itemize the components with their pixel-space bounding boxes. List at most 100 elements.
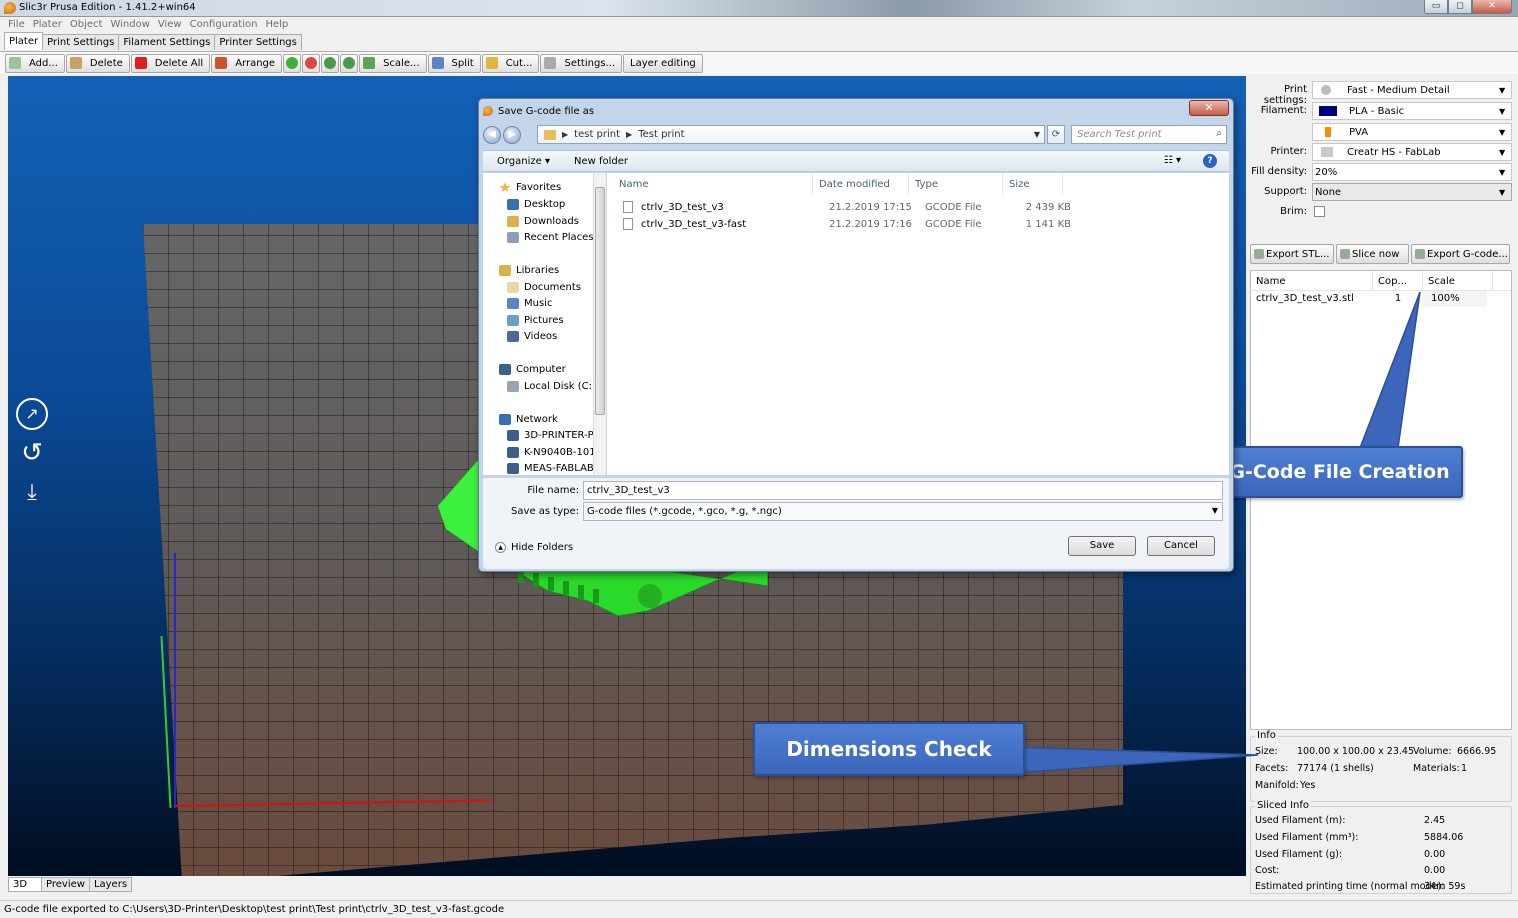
- increase-copies-button[interactable]: [283, 53, 302, 73]
- menu-view[interactable]: View: [154, 17, 186, 33]
- forward-button[interactable]: ▶: [503, 126, 521, 144]
- save-as-type-select[interactable]: G-code files (*.gcode, *.gco, *.g, *.ngc…: [583, 502, 1223, 521]
- tab-filament-settings[interactable]: Filament Settings: [118, 34, 216, 50]
- filament-select-1[interactable]: PLA - Basic ▼: [1312, 102, 1512, 120]
- zoom-icon[interactable]: ↗: [16, 398, 48, 430]
- chevron-down-icon[interactable]: ▼: [1034, 130, 1040, 139]
- minimize-button[interactable]: ▭: [1424, 0, 1448, 14]
- column-date-modified[interactable]: Date modified: [813, 173, 909, 195]
- tab-layers[interactable]: Layers: [88, 877, 133, 892]
- tab-print-settings[interactable]: Print Settings: [42, 34, 120, 50]
- address-bar[interactable]: ▶ test print ▶ Test print ▼: [537, 125, 1045, 144]
- print-settings-select[interactable]: Fast - Medium Detail ▼: [1312, 81, 1512, 99]
- rotate-right-button[interactable]: [340, 53, 359, 73]
- filename-input[interactable]: ctrlv_3D_test_v3: [583, 481, 1223, 500]
- back-button[interactable]: ◀: [483, 126, 501, 144]
- rotate-left-button[interactable]: [321, 53, 340, 73]
- scrollbar-thumb[interactable]: [595, 187, 605, 415]
- organize-button[interactable]: Organize ▾: [497, 156, 550, 167]
- nav-network-pc[interactable]: MEAS-FABLAB-P: [507, 463, 594, 474]
- tab-plater[interactable]: Plater: [4, 32, 44, 50]
- close-button[interactable]: ✕: [1472, 0, 1512, 14]
- sliced-label: Estimated printing time (normal mode):: [1255, 881, 1445, 892]
- arrange-button[interactable]: Arrange: [211, 53, 283, 73]
- export-gcode-button[interactable]: Export G-code...: [1411, 244, 1510, 264]
- column-type[interactable]: Type: [909, 173, 1003, 195]
- layer-editing-button[interactable]: Layer editing: [623, 53, 703, 73]
- tab-3d[interactable]: 3D: [8, 877, 42, 892]
- nav-network[interactable]: Network: [499, 414, 558, 425]
- help-icon[interactable]: ?: [1203, 154, 1217, 168]
- nav-network-pc[interactable]: 3D-PRINTER-PC: [507, 430, 594, 441]
- add-button[interactable]: Add...: [5, 53, 65, 73]
- export-stl-button[interactable]: Export STL...: [1250, 244, 1334, 264]
- navigation-pane[interactable]: Favorites Desktop Downloads Recent Place…: [483, 173, 595, 475]
- column-size[interactable]: Size: [1003, 173, 1063, 195]
- nav-music[interactable]: Music: [507, 298, 552, 309]
- settings-button[interactable]: Settings...: [540, 53, 623, 73]
- column-copies[interactable]: Cop...: [1373, 271, 1423, 290]
- hide-folders-button[interactable]: ▲ Hide Folders: [495, 542, 573, 553]
- column-name[interactable]: Name: [1251, 271, 1373, 290]
- save-as-type-label: Save as type:: [511, 506, 579, 517]
- nav-computer[interactable]: Computer: [499, 364, 566, 375]
- tab-preview[interactable]: Preview: [41, 877, 90, 892]
- split-button[interactable]: Split: [427, 53, 481, 73]
- delete-all-button[interactable]: Delete All: [130, 53, 211, 73]
- search-input[interactable]: Search Test print ⌕: [1071, 125, 1227, 144]
- nav-desktop[interactable]: Desktop: [507, 199, 565, 210]
- materials-value: 1: [1461, 763, 1468, 774]
- refresh-button[interactable]: ⟳: [1047, 125, 1065, 144]
- downloads-icon: [507, 216, 519, 227]
- printer-select[interactable]: Creatr HS - FabLab ▼: [1312, 143, 1512, 161]
- fill-density-select[interactable]: 20% ▼: [1312, 163, 1512, 181]
- recent-places-icon: [507, 232, 519, 243]
- menu-file[interactable]: File: [4, 17, 29, 33]
- tab-printer-settings[interactable]: Printer Settings: [214, 34, 302, 50]
- nav-network-pc[interactable]: K-N9040B-10138: [507, 447, 594, 458]
- filament-select-2[interactable]: PVA ▼: [1312, 123, 1512, 141]
- cut-button[interactable]: Cut...: [481, 53, 540, 73]
- menu-window[interactable]: Window: [106, 17, 153, 33]
- menu-object[interactable]: Object: [66, 17, 107, 33]
- brim-checkbox[interactable]: [1314, 206, 1325, 217]
- rotate-view-icon[interactable]: ↺: [16, 438, 48, 470]
- scale-button[interactable]: Scale...: [359, 53, 427, 73]
- restore-button[interactable]: ◻: [1448, 0, 1472, 14]
- file-row[interactable]: ctrlv_3D_test_v3-fast 21.2.2019 17:16 GC…: [607, 217, 1229, 233]
- nav-libraries[interactable]: Libraries: [499, 265, 559, 276]
- column-name[interactable]: Name: [607, 173, 813, 195]
- sliced-value: 34m 59s: [1424, 881, 1466, 892]
- menu-plater[interactable]: Plater: [29, 17, 66, 33]
- nav-documents[interactable]: Documents: [507, 282, 581, 293]
- menu-configuration[interactable]: Configuration: [186, 17, 262, 33]
- gear-icon: [544, 57, 557, 69]
- support-select[interactable]: None ▼: [1312, 183, 1512, 201]
- nav-downloads[interactable]: Downloads: [507, 216, 579, 227]
- nav-recent-places[interactable]: Recent Places: [507, 232, 594, 243]
- breadcrumb-test-print-sub[interactable]: Test print: [638, 129, 684, 140]
- nav-pictures[interactable]: Pictures: [507, 315, 564, 326]
- breadcrumb-test-print[interactable]: test print: [574, 129, 620, 140]
- nav-favorites[interactable]: Favorites: [499, 182, 561, 193]
- file-row[interactable]: ctrlv_3D_test_v3 21.2.2019 17:15 GCODE F…: [607, 200, 1229, 216]
- sliced-label: Cost:: [1255, 865, 1280, 876]
- view-options-icon[interactable]: ☷ ▾: [1164, 155, 1181, 166]
- save-button[interactable]: Save: [1068, 536, 1136, 556]
- column-scale[interactable]: Scale: [1423, 271, 1493, 290]
- menu-help[interactable]: Help: [261, 17, 292, 33]
- delete-button[interactable]: Delete: [65, 53, 130, 73]
- nav-label: Pictures: [524, 315, 564, 326]
- nav-videos[interactable]: Videos: [507, 331, 557, 342]
- pan-icon[interactable]: ⤓: [16, 478, 48, 510]
- nav-scrollbar[interactable]: [593, 173, 606, 475]
- dialog-close-button[interactable]: ✕: [1189, 100, 1229, 116]
- nav-local-disk[interactable]: Local Disk (C:): [507, 381, 594, 392]
- slice-now-button[interactable]: Slice now: [1336, 244, 1409, 264]
- chevron-up-icon: ▲: [495, 542, 506, 553]
- new-folder-button[interactable]: New folder: [574, 156, 628, 167]
- nav-label: Network: [516, 414, 558, 425]
- file-list[interactable]: Name Date modified Type Size ctrlv_3D_te…: [607, 173, 1229, 475]
- cancel-button[interactable]: Cancel: [1147, 536, 1215, 556]
- decrease-copies-button[interactable]: [302, 53, 321, 73]
